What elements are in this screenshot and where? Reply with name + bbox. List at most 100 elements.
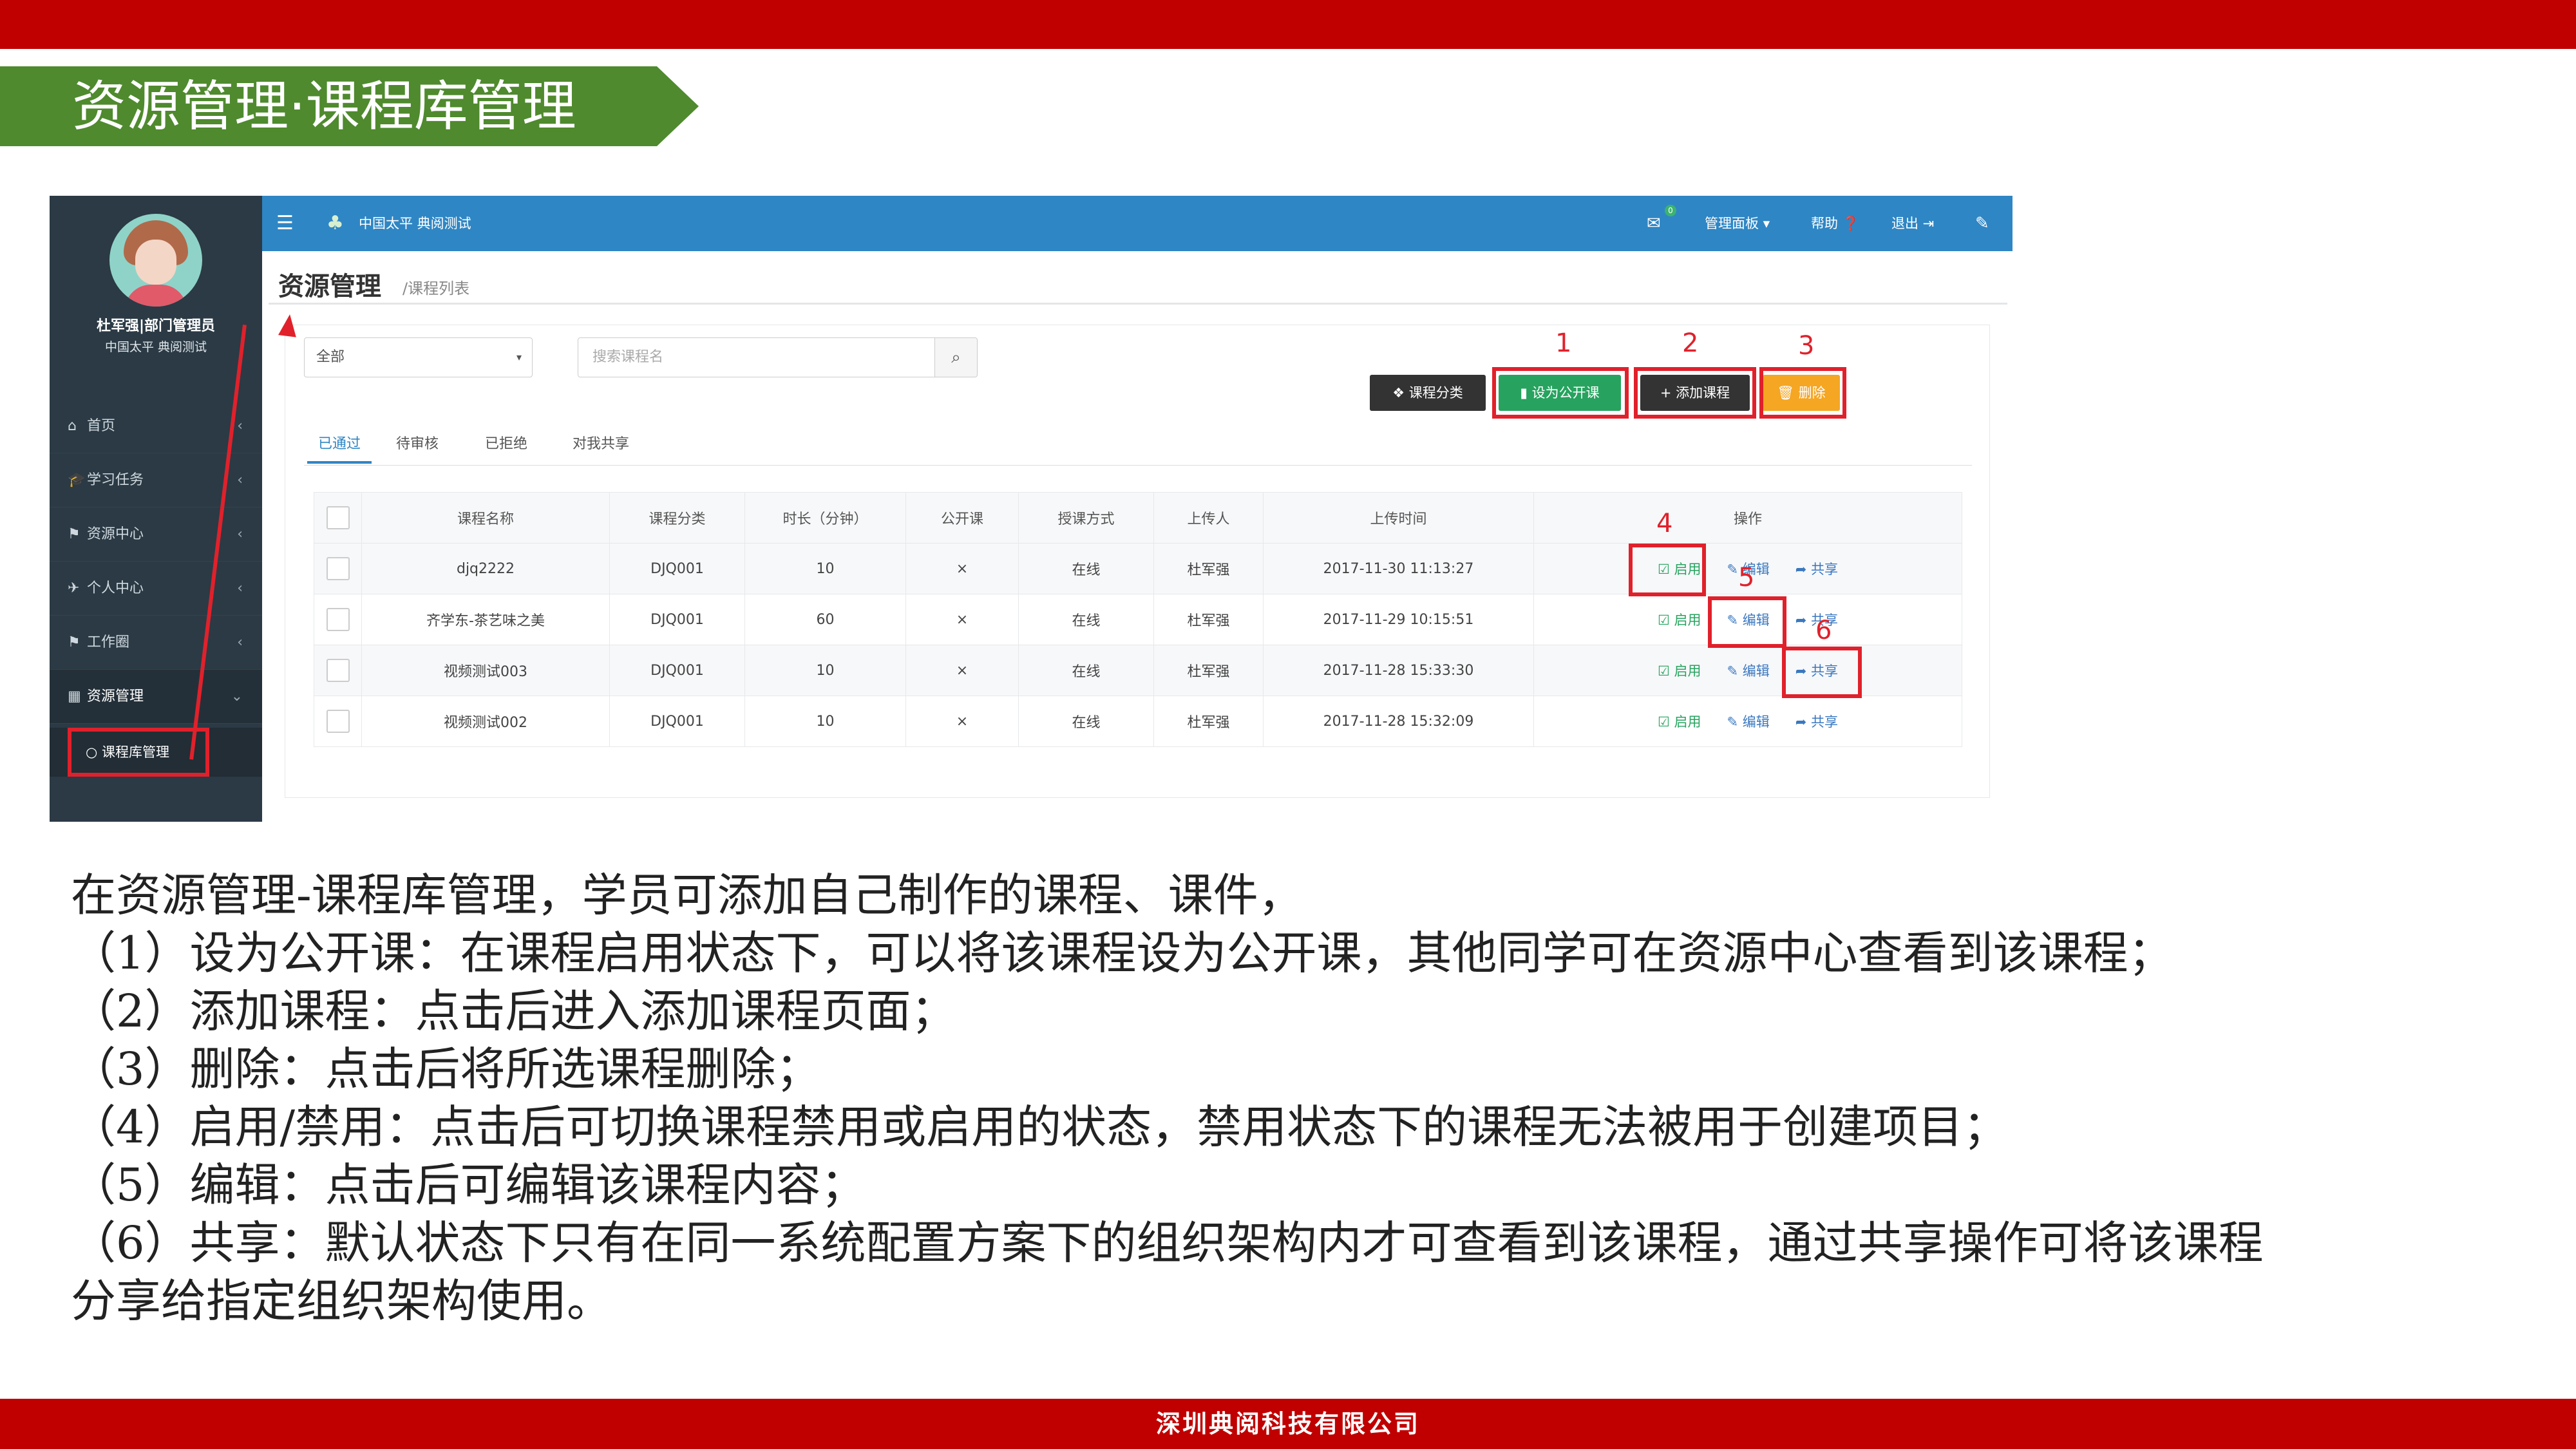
tab-divider <box>304 465 1972 466</box>
course-duration: 60 <box>744 594 906 645</box>
app-screenshot: 杜军强|部门管理员 中国太平 典阅测试 ⌂ 首页 ‹ 🎓 学习任务 ‹ ⚑ 资源中心 ‹ ✈… <box>50 196 2012 822</box>
uploader: 杜军强 <box>1153 543 1264 594</box>
chevron-left-icon: ‹ <box>237 634 243 650</box>
enable-button[interactable]: ☑ 启用 <box>1658 712 1701 731</box>
button-label: 课程分类 <box>1408 385 1463 401</box>
sidebar-item-label: 资源管理 <box>87 688 144 705</box>
chevron-left-icon: ‹ <box>237 418 243 434</box>
not-public-icon: × <box>905 594 1019 645</box>
manage-panel-menu[interactable]: 管理面板 ▾ <box>1705 196 1770 251</box>
description-line: （1）设为公开课：在课程启用状态下，可以将该课程设为公开课，其他同学可在资源中心… <box>71 927 2174 980</box>
description-text: 在资源管理-课程库管理，学员可添加自己制作的课程、课件， （1）设为公开课：在课… <box>71 866 2518 1330</box>
enable-button[interactable]: ☑ 启用 <box>1658 661 1701 680</box>
not-public-icon: × <box>905 645 1019 696</box>
course-name-link[interactable]: djq2222 <box>361 543 610 594</box>
course-category-button[interactable]: ❖ 课程分类 <box>1370 375 1486 411</box>
user-name: 杜军强|部门管理员 <box>96 318 216 334</box>
description-line: 在资源管理-课程库管理，学员可添加自己制作的课程、课件， <box>71 869 1303 922</box>
avatar[interactable] <box>109 214 202 307</box>
tree-logo-icon: ♣ <box>327 212 344 234</box>
select-all-cell <box>314 492 362 544</box>
cubes-icon: ❖ <box>1392 385 1409 401</box>
uploader: 杜军强 <box>1153 645 1264 696</box>
sidebar-item-personal[interactable]: ✈ 个人中心 ‹ <box>50 562 262 616</box>
annotation-1: 1 <box>1555 328 1572 358</box>
calendar-icon: ▦ <box>68 688 81 705</box>
table-row: djq2222 DJQ001 10 × 在线 杜军强 2017-11-30 11… <box>314 543 1962 594</box>
upload-time: 2017-11-28 15:33:30 <box>1263 645 1534 696</box>
graduation-cap-icon: 🎓 <box>68 472 86 488</box>
sidebar-item-label: 资源中心 <box>87 526 144 542</box>
annotation-2: 2 <box>1682 328 1699 358</box>
footer-company: 深圳典阅科技有限公司 <box>0 1399 2576 1449</box>
description-line: （3）删除：点击后将所选课程删除； <box>71 1043 821 1095</box>
row-select-cell <box>314 543 362 594</box>
sidebar-item-tasks[interactable]: 🎓 学习任务 ‹ <box>50 453 262 507</box>
enable-button[interactable]: ☑ 启用 <box>1658 610 1701 629</box>
row-checkbox[interactable] <box>326 557 350 580</box>
share-button[interactable]: ➦ 共享 <box>1795 559 1838 578</box>
mail-icon[interactable]: ✉ <box>1647 196 1661 251</box>
search-input[interactable]: 搜索课程名 <box>578 337 935 377</box>
edit-button[interactable]: ✎ 编辑 <box>1727 712 1769 731</box>
paper-plane-icon: ✈ <box>68 580 80 596</box>
highlight-box-1 <box>1492 367 1629 419</box>
tab-pending[interactable]: 待审核 <box>396 425 439 464</box>
row-checkbox[interactable] <box>326 659 350 682</box>
select-all-checkbox[interactable] <box>326 506 350 529</box>
user-org: 中国太平 典阅测试 <box>104 340 207 354</box>
course-name-link[interactable]: 视频测试003 <box>361 645 610 696</box>
tab-approved[interactable]: 已通过 <box>307 425 372 464</box>
operations-cell: ☑ 启用 ✎ 编辑 ➦ 共享 <box>1533 645 1962 696</box>
course-name-link[interactable]: 视频测试002 <box>361 696 610 747</box>
highlight-box-4 <box>1629 544 1706 596</box>
menu-toggle-icon[interactable]: ☰ <box>276 196 294 251</box>
teaching-mode: 在线 <box>1018 696 1154 747</box>
column-header: 课程分类 <box>609 492 745 544</box>
edit-button[interactable]: ✎ 编辑 <box>1727 661 1769 680</box>
upload-time: 2017-11-29 10:15:51 <box>1263 594 1534 645</box>
column-header: 课程名称 <box>361 492 610 544</box>
column-header: 授课方式 <box>1018 492 1154 544</box>
table-header-row: 课程名称 课程分类 时长（分钟） 公开课 授课方式 上传人 上传时间 操作 <box>314 492 1962 544</box>
row-select-cell <box>314 594 362 645</box>
table-row: 视频测试002 DJQ001 10 × 在线 杜军强 2017-11-28 15… <box>314 696 1962 747</box>
sidebar: 杜军强|部门管理员 中国太平 典阅测试 ⌂ 首页 ‹ 🎓 学习任务 ‹ ⚑ 资源中心 ‹ ✈… <box>50 196 262 822</box>
highlight-box-2 <box>1634 367 1756 419</box>
sidebar-item-label: 工作圈 <box>87 634 130 650</box>
row-checkbox[interactable] <box>326 608 350 631</box>
chevron-left-icon: ‹ <box>237 472 243 488</box>
course-duration: 10 <box>744 645 906 696</box>
top-header: ☰ ♣ 中国太平 典阅测试 ✉ 0 管理面板 ▾ 帮助 ❓ 退出 ⇥ ✎ <box>262 196 2012 251</box>
tab-rejected[interactable]: 已拒绝 <box>485 425 527 464</box>
sidebar-item-course-library[interactable]: ○ 课程库管理 <box>68 728 209 777</box>
tab-shared-with-me[interactable]: 对我共享 <box>573 425 629 464</box>
chevron-left-icon: ‹ <box>237 526 243 542</box>
row-select-cell <box>314 696 362 747</box>
share-button[interactable]: ➦ 共享 <box>1795 712 1838 731</box>
column-header: 操作 <box>1533 492 1962 544</box>
logout-link[interactable]: 退出 ⇥ <box>1891 196 1934 251</box>
row-checkbox[interactable] <box>326 710 350 733</box>
course-name-link[interactable]: 齐学东-茶艺味之美 <box>361 594 610 645</box>
category-select-value: 全部 <box>316 349 345 365</box>
column-header: 上传人 <box>1153 492 1264 544</box>
help-link[interactable]: 帮助 ❓ <box>1811 196 1859 251</box>
flag-icon: ⚑ <box>68 634 80 650</box>
sidebar-item-resources[interactable]: ⚑ 资源中心 ‹ <box>50 507 262 562</box>
description-line: 分享给指定组织架构使用。 <box>71 1274 612 1327</box>
search-button[interactable]: ⌕ <box>935 337 978 377</box>
description-line: （5）编辑：点击后可编辑该课程内容； <box>71 1159 866 1211</box>
teaching-mode: 在线 <box>1018 645 1154 696</box>
mail-badge: 0 <box>1665 205 1676 216</box>
column-header: 时长（分钟） <box>744 492 906 544</box>
arrow-head-icon <box>278 313 299 337</box>
circle-icon: ○ <box>86 744 102 760</box>
search-icon: ⌕ <box>951 348 961 367</box>
sidebar-item-resource-management[interactable]: ▦ 资源管理 ⌄ <box>50 670 262 724</box>
category-select[interactable]: 全部 ▾ <box>304 337 533 377</box>
brush-icon[interactable]: ✎ <box>1975 196 1989 251</box>
sidebar-item-workcircle[interactable]: ⚑ 工作圈 ‹ <box>50 616 262 670</box>
annotation-6: 6 <box>1815 616 1832 645</box>
breadcrumb: /课程列表 <box>402 279 470 298</box>
